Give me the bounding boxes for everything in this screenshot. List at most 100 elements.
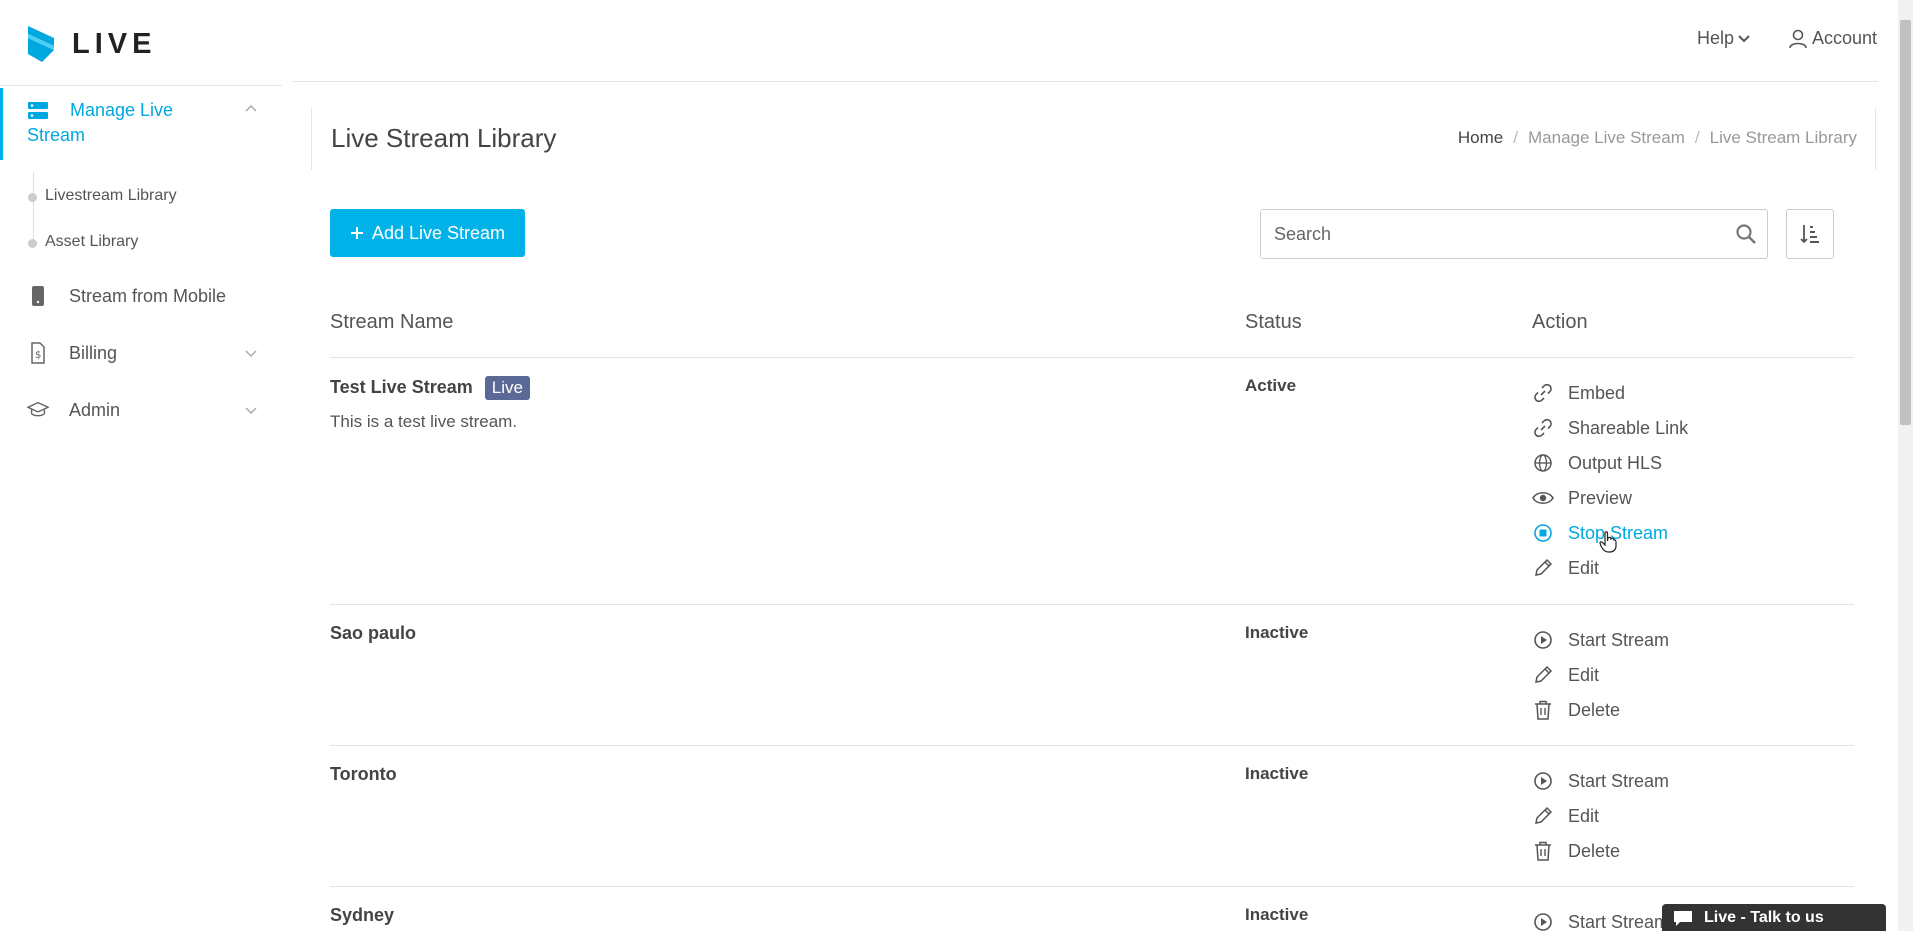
embed-action[interactable]: Embed <box>1532 382 1625 404</box>
sidebar-item-label: Manage Live Stream <box>27 100 174 145</box>
chevron-up-icon <box>245 104 257 112</box>
delete-action[interactable]: Delete <box>1532 840 1620 862</box>
account-menu[interactable]: Account <box>1788 28 1877 49</box>
action-label: Start Stream <box>1568 629 1670 650</box>
search-box <box>1260 209 1768 259</box>
help-menu[interactable]: Help <box>1697 28 1750 49</box>
plus-icon <box>350 226 364 240</box>
submenu-line <box>33 172 34 246</box>
sidebar-item-label: Stream from Mobile <box>69 285 227 306</box>
status-text: Inactive <box>1245 764 1309 783</box>
chevron-down-icon <box>1738 34 1750 43</box>
live-badge: Live <box>484 376 530 400</box>
user-icon <box>1788 29 1808 49</box>
breadcrumb-home[interactable]: Home <box>1458 128 1503 148</box>
bullet-icon <box>28 193 37 202</box>
pencil-icon <box>1532 805 1554 827</box>
stream-name[interactable]: Toronto <box>330 764 397 785</box>
action-label: Edit <box>1568 805 1600 826</box>
scrollbar[interactable] <box>1898 0 1913 931</box>
top-header <box>292 0 1878 82</box>
action-label: Stop Stream <box>1568 522 1669 543</box>
chevron-down-icon <box>245 350 257 358</box>
sidebar-item-stream-from-mobile[interactable]: Stream from Mobile <box>27 285 226 307</box>
column-header-stream-name: Stream Name <box>330 311 454 333</box>
logo-icon <box>24 24 60 64</box>
sidebar-divider <box>0 85 282 86</box>
sidebar-item-label: Admin <box>69 399 121 420</box>
sidebar-item-admin[interactable]: Admin <box>27 399 257 421</box>
stream-description: This is a test live stream. <box>330 412 518 431</box>
trash-icon <box>1532 699 1554 721</box>
edit-action[interactable]: Edit <box>1532 557 1599 579</box>
play-circle-icon <box>1532 770 1554 792</box>
sort-button[interactable] <box>1786 209 1834 259</box>
row-divider <box>330 604 1854 605</box>
shareable-link-action[interactable]: Shareable Link <box>1532 417 1688 439</box>
chat-widget[interactable]: Live - Talk to us <box>1662 904 1886 931</box>
action-label: Start Stream <box>1568 770 1670 791</box>
status-text: Active <box>1245 376 1297 395</box>
link-icon <box>1532 417 1554 439</box>
action-label: Output HLS <box>1568 452 1663 473</box>
mobile-icon <box>27 285 49 307</box>
page-header: Live Stream Library Home / Manage Live S… <box>311 108 1876 170</box>
sidebar: LIVE Manage Live Stream Livestream Libra… <box>0 0 282 931</box>
stream-name-text: Test Live Stream <box>330 376 473 397</box>
action-label: Edit <box>1568 664 1600 685</box>
sort-icon <box>1799 223 1821 245</box>
stop-circle-icon <box>1532 522 1554 544</box>
chat-label: Live - Talk to us <box>1704 908 1824 926</box>
eye-icon <box>1532 487 1554 509</box>
row-divider <box>330 357 1854 358</box>
svg-text:$: $ <box>35 350 41 361</box>
action-label: Shareable Link <box>1568 417 1689 438</box>
output-hls-action[interactable]: Output HLS <box>1532 452 1662 474</box>
scrollbar-thumb[interactable] <box>1900 20 1911 425</box>
active-indicator <box>0 88 3 160</box>
search-input[interactable] <box>1261 210 1701 258</box>
stream-name[interactable]: Test Live Stream Live <box>330 376 530 400</box>
action-label: Preview <box>1568 487 1633 508</box>
pencil-icon <box>1532 557 1554 579</box>
breadcrumb-separator: / <box>1694 128 1700 147</box>
status-text: Inactive <box>1245 623 1309 642</box>
invoice-icon: $ <box>27 342 49 364</box>
page-title: Live Stream Library <box>331 123 557 153</box>
start-stream-action[interactable]: Start Stream <box>1532 770 1669 792</box>
play-circle-icon <box>1532 911 1554 933</box>
logo[interactable]: LIVE <box>24 24 156 64</box>
add-live-stream-label: Add Live Stream <box>371 222 506 243</box>
preview-action[interactable]: Preview <box>1532 487 1632 509</box>
action-label: Start Stream <box>1568 911 1670 932</box>
start-stream-action[interactable]: Start Stream <box>1532 629 1669 651</box>
action-label: Delete <box>1568 699 1621 720</box>
graduation-cap-icon <box>27 399 49 421</box>
edit-action[interactable]: Edit <box>1532 805 1599 827</box>
sidebar-item-billing[interactable]: $ Billing <box>27 342 257 364</box>
trash-icon <box>1532 840 1554 862</box>
bullet-icon <box>28 239 37 248</box>
play-circle-icon <box>1532 629 1554 651</box>
sidebar-item-asset-library[interactable]: Asset Library <box>45 233 138 251</box>
action-label: Edit <box>1568 557 1600 578</box>
stream-name[interactable]: Sao paulo <box>330 623 416 644</box>
chat-bubble-icon <box>1672 909 1694 927</box>
add-live-stream-button[interactable]: Add Live Stream <box>330 209 525 257</box>
row-divider <box>330 745 1854 746</box>
action-label: Delete <box>1568 840 1621 861</box>
edit-action[interactable]: Edit <box>1532 664 1599 686</box>
breadcrumb: Home / Manage Live Stream / Live Stream … <box>1458 128 1857 148</box>
start-stream-action[interactable]: Start Stream <box>1532 911 1669 933</box>
logo-text: LIVE <box>72 27 157 60</box>
delete-action[interactable]: Delete <box>1532 699 1620 721</box>
stream-name[interactable]: Sydney <box>330 905 394 926</box>
breadcrumb-manage-live-stream[interactable]: Manage Live Stream <box>1528 128 1685 148</box>
search-icon[interactable] <box>1735 223 1757 245</box>
action-label: Embed <box>1568 382 1626 403</box>
cursor-hand-icon <box>1599 531 1617 553</box>
help-label: Help <box>1697 28 1735 48</box>
account-label: Account <box>1812 28 1878 48</box>
sidebar-item-livestream-library[interactable]: Livestream Library <box>45 187 177 205</box>
breadcrumb-current: Live Stream Library <box>1709 128 1857 147</box>
